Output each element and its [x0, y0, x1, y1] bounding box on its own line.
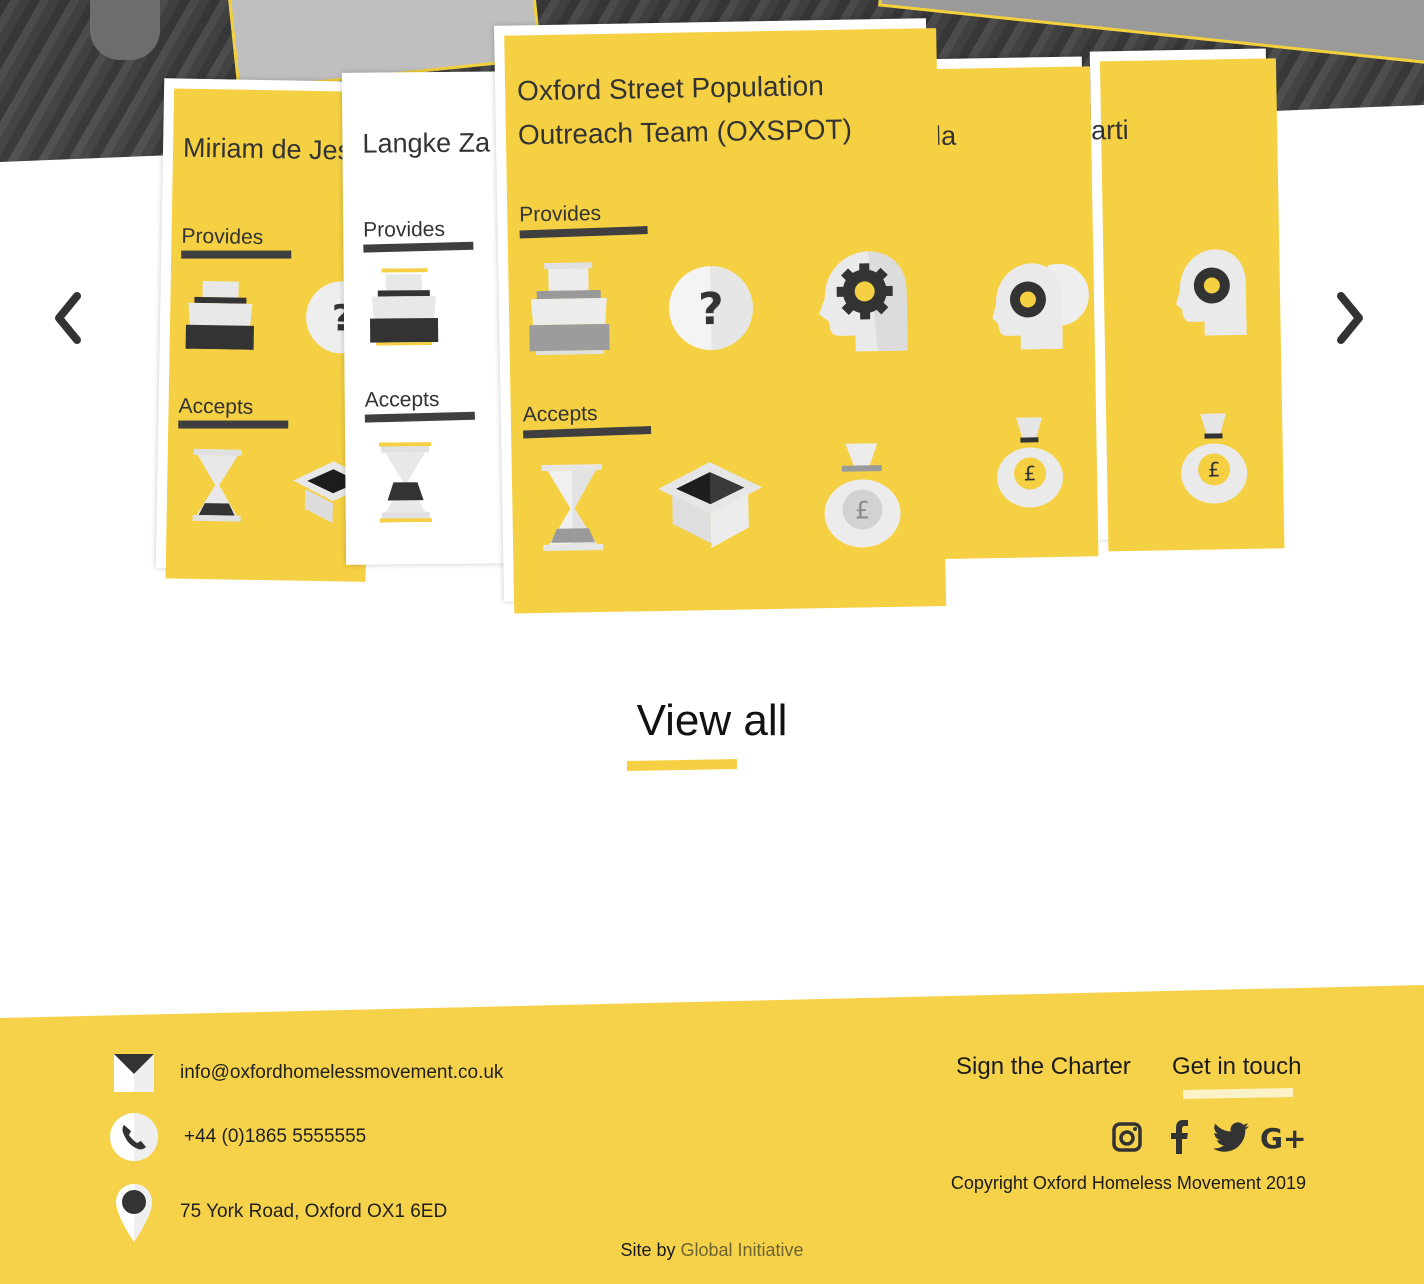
provides-underline [363, 241, 474, 253]
contact-address-row: 75 York Road, Oxford OX1 6ED [116, 1184, 447, 1244]
email-link[interactable]: info@oxfordhomelessmovement.co.uk [180, 1062, 503, 1084]
shelter-icon [185, 274, 254, 353]
accepts-label: Accepts [178, 394, 254, 419]
google-plus-link[interactable]: G+ [1260, 1120, 1306, 1154]
hero-hand [90, 0, 160, 60]
twitter-link[interactable] [1212, 1120, 1250, 1154]
provides-label: Provides [519, 201, 602, 227]
money-bag-icon: £ [997, 417, 1064, 508]
svg-text:£: £ [1207, 457, 1220, 481]
chevron-right-icon [1337, 292, 1363, 344]
head-gear-icon [992, 263, 1063, 350]
hourglass-icon [190, 444, 244, 526]
svg-text:£: £ [1023, 461, 1036, 485]
location-pin-icon [116, 1184, 152, 1242]
help-icon: ? [664, 262, 757, 355]
head-gear-icon [819, 251, 908, 352]
contact-phone-row: +44 (0)1865 5555555 [110, 1113, 366, 1161]
email-icon [114, 1054, 154, 1092]
accepts-label: Accepts [522, 402, 598, 427]
carousel-prev-button[interactable] [48, 290, 88, 346]
head-gear-icon [1176, 249, 1247, 336]
instagram-link[interactable] [1110, 1120, 1144, 1154]
global-initiative-link[interactable]: Global Initiative [680, 1240, 803, 1260]
box-icon [658, 462, 763, 549]
svg-text:?: ? [698, 284, 724, 335]
card-title: Miriam de Jes [182, 132, 352, 166]
accepts-underline [364, 411, 475, 423]
organisation-card-featured[interactable]: Oxford Street Population Outreach Team (… [494, 18, 947, 614]
get-in-touch-underline [1182, 1088, 1294, 1099]
instagram-icon [1112, 1122, 1142, 1152]
card-title: arti [1090, 114, 1129, 146]
carousel-next-button[interactable] [1330, 290, 1370, 346]
site-credit-prefix: Site by [620, 1240, 676, 1260]
google-plus-icon: G+ [1260, 1122, 1306, 1152]
copyright-text: Copyright Oxford Homeless Movement 2019 [950, 1173, 1306, 1193]
sign-the-charter-link[interactable]: Sign the Charter [956, 1053, 1131, 1081]
get-in-touch-link[interactable]: Get in touch [1172, 1053, 1301, 1081]
contact-email-row: info@oxfordhomelessmovement.co.uk [114, 1054, 503, 1092]
money-bag-icon: £ [824, 443, 901, 548]
svg-text:G+: G+ [1260, 1122, 1306, 1152]
twitter-icon [1213, 1122, 1249, 1152]
provides-underline [181, 250, 292, 259]
view-all-link[interactable]: View all [0, 696, 1424, 746]
shelter-icon [370, 268, 439, 346]
view-all-underline [626, 759, 738, 771]
site-credit: Site by Global Initiative [0, 1240, 1424, 1261]
shelter-icon [529, 262, 610, 356]
accepts-label: Accepts [364, 387, 440, 412]
hourglass-icon [541, 464, 604, 552]
money-bag-icon: £ [1181, 413, 1248, 504]
provides-label: Provides [363, 217, 446, 242]
accepts-underline [178, 420, 289, 429]
phone-link[interactable]: +44 (0)1865 5555555 [184, 1126, 366, 1148]
organisation-card[interactable]: Miriam de Jes Provides ? Accepts [155, 78, 375, 582]
provides-label: Provides [181, 224, 264, 250]
facebook-icon [1171, 1120, 1188, 1154]
hourglass-icon [379, 442, 432, 523]
svg-text:£: £ [855, 496, 871, 524]
address-text: 75 York Road, Oxford OX1 6ED [180, 1201, 448, 1222]
facebook-link[interactable] [1162, 1120, 1196, 1154]
chevron-left-icon [55, 292, 81, 344]
phone-icon [110, 1113, 158, 1161]
